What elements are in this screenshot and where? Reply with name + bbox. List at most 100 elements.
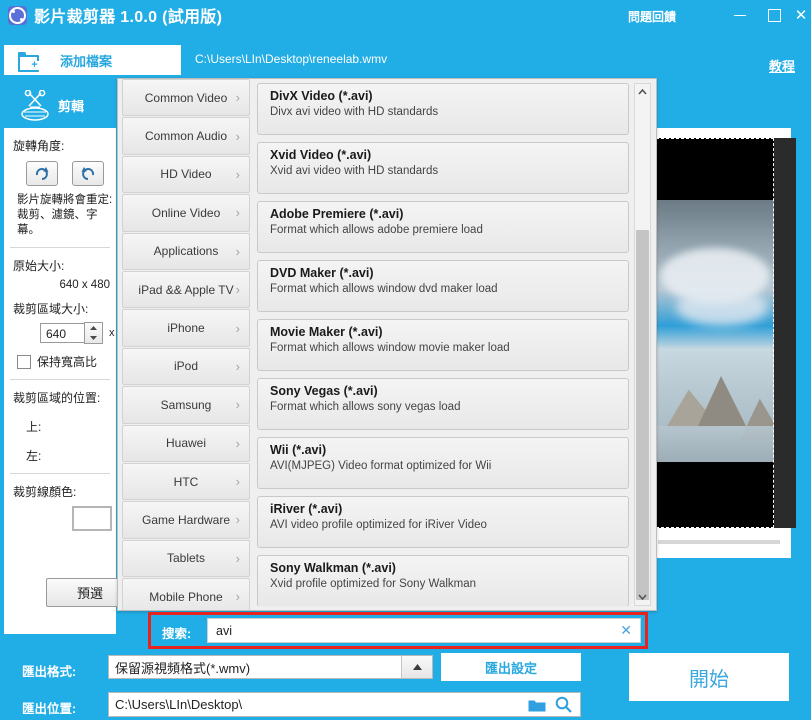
format-category-item[interactable]: iPad && Apple TV › [122,270,250,309]
format-category-label: iPhone [167,321,205,336]
chevron-right-icon: › [235,243,240,259]
format-item[interactable]: Adobe Premiere (*.avi) Format which allow… [257,201,629,253]
format-item-description: AVI video profile optimized for iRiver V… [270,519,487,531]
add-file-button[interactable]: + 添加檔案 [4,45,181,75]
chevron-right-icon: › [235,358,240,374]
search-input[interactable] [214,622,608,639]
format-category-label: Online Video [151,205,221,220]
format-item[interactable]: Wii (*.avi) AVI(MJPEG) Video format optim… [257,437,629,489]
format-category-label: HD Video [160,167,212,182]
format-item-title: iRiver (*.avi) [270,502,343,516]
export-settings-label: 匯出設定 [484,660,537,676]
format-item[interactable]: iRiver (*.avi) AVI video profile optimize… [257,496,629,548]
title-bar: 影片裁剪器 1.0.0 (試用版) 問題回饋 ✕ [0,0,811,30]
format-category-label: Tablets [166,551,206,566]
format-item-title: Adobe Premiere (*.avi) [270,207,404,221]
minimize-button[interactable] [723,0,757,30]
caret-up-icon [90,326,97,330]
maximize-button[interactable] [757,0,791,30]
chevron-right-icon: › [235,320,240,336]
rotate-buttons [26,161,116,186]
rotate-clockwise-button[interactable] [26,161,58,186]
folder-add-icon: + [18,51,39,72]
tab-edit-label: 剪輯 [58,99,85,114]
format-item-title: Sony Vegas (*.avi) [270,384,378,398]
export-settings-button[interactable]: 匯出設定 [441,653,581,681]
crop-line-color-swatch[interactable] [72,506,112,531]
format-item-description: Format which allows adobe premiere load [270,224,483,236]
format-category-item[interactable]: Online Video › [122,194,250,232]
keep-aspect-ratio-label: 保持寬高比 [37,355,98,369]
start-button[interactable]: 開始 [629,653,789,701]
format-category-item[interactable]: Game Hardware › [122,501,250,539]
chevron-right-icon: › [235,435,240,451]
crop-position-top-label: 上: [26,420,42,434]
original-size-value: 640 x 480 [59,279,110,291]
format-item-description: AVI(MJPEG) Video format optimized for Wi… [270,460,492,472]
magnifier-icon[interactable] [555,696,572,713]
format-category-item[interactable]: Common Video › [122,79,250,117]
keep-aspect-ratio-checkbox[interactable] [17,354,31,369]
rotate-counterclockwise-button[interactable] [72,161,104,186]
current-file-path: C:\Users\LIn\Desktop\reneelab.wmv [195,52,388,66]
format-category-item[interactable]: Tablets › [122,539,250,578]
caret-down-icon [90,336,97,340]
format-item[interactable]: Xvid Video (*.avi) Xvid avi video with HD… [257,142,629,194]
chevron-right-icon: › [235,90,240,106]
crop-width-stepper[interactable]: 640 x [40,322,116,344]
format-category-label: Common Audio [144,129,228,144]
format-category-item[interactable]: HTC › [122,462,250,501]
format-category-label: iPod [173,359,199,374]
format-list-scrollbar[interactable] [634,83,651,606]
clear-x-icon[interactable]: ✕ [620,622,632,639]
format-category-item[interactable]: Huawei › [122,424,250,462]
divider [10,473,110,474]
seek-bar[interactable] [658,540,780,544]
format-item[interactable]: Sony Vegas (*.avi) Format which allows so… [257,378,629,430]
close-button[interactable]: ✕ [791,0,811,30]
crop-width-spin-buttons[interactable] [84,322,103,344]
format-category-label: HTC [173,474,199,489]
scroll-down-button[interactable] [635,589,650,605]
format-item[interactable]: Movie Maker (*.avi) Format which allows w… [257,319,629,371]
format-dropdown-panel: Common Video › Common Audio › HD Video › Onlin… [117,78,657,611]
export-format-combobox[interactable]: 保留源視頻格式(*.wmv) [108,655,433,679]
scrollbar-thumb[interactable] [636,230,649,600]
format-item[interactable]: DivX Video (*.avi) Divx avi video with HD… [257,83,629,135]
chevron-right-icon: › [235,128,240,144]
chevron-right-icon: › [235,166,240,182]
export-format-label: 匯出格式: [22,665,77,679]
keep-aspect-ratio-row[interactable]: 保持寬高比 [17,353,116,370]
search-field[interactable]: ✕ [207,618,641,643]
format-category-item[interactable]: Common Audio › [122,117,250,155]
format-category-item[interactable]: iPod › [122,347,250,386]
chevron-right-icon: › [235,282,240,298]
format-item[interactable]: Sony Walkman (*.avi) Xvid profile optimiz… [257,555,629,606]
feedback-link[interactable]: 問題回饋 [628,8,676,25]
format-category-item[interactable]: HD Video › [122,155,250,194]
export-format-value: 保留源視頻格式(*.wmv) [115,660,251,676]
tab-edit[interactable]: 剪輯 [4,83,116,128]
format-category-item[interactable]: Samsung › [122,386,250,424]
format-item-title: Movie Maker (*.avi) [270,325,383,339]
format-category-item[interactable]: iPhone › [122,309,250,347]
video-preview[interactable] [648,128,796,558]
add-file-label: 添加檔案 [60,53,113,69]
folder-icon[interactable] [528,698,546,712]
format-item-title: Xvid Video (*.avi) [270,148,372,162]
scroll-up-button[interactable] [635,84,650,100]
export-location-field[interactable]: C:\Users\LIn\Desktop\ [108,692,581,717]
tutorial-link[interactable]: 教程 [769,56,795,75]
chevron-up-icon [638,89,647,95]
divider [10,247,110,248]
format-category-label: Huawei [165,436,207,451]
format-category-item[interactable]: Applications › [122,232,250,270]
chevron-right-icon: › [235,205,240,221]
format-item-description: Format which allows sony vegas load [270,401,461,413]
format-category-item[interactable]: Mobile Phone › [122,578,250,610]
format-item[interactable]: DVD Maker (*.avi) Format which allows win… [257,260,629,312]
crop-selection-rect[interactable] [656,138,774,528]
crop-width-input[interactable]: 640 [40,323,84,343]
caret-up-icon[interactable] [401,656,432,678]
export-location-value: C:\Users\LIn\Desktop\ [115,697,243,712]
